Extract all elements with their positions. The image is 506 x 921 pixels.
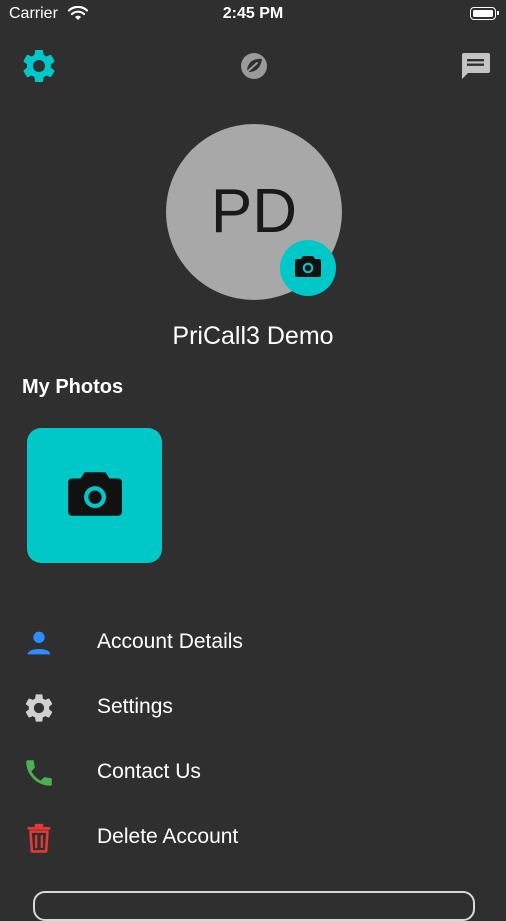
trash-icon bbox=[22, 821, 56, 855]
profile-name: PriCall3 Demo bbox=[172, 322, 334, 350]
chat-icon[interactable] bbox=[459, 51, 491, 81]
menu-item-label: Settings bbox=[97, 695, 173, 718]
menu-item-contact-us[interactable]: Contact Us bbox=[0, 744, 506, 800]
clock: 2:45 PM bbox=[222, 5, 284, 22]
camera-icon bbox=[66, 468, 124, 523]
menu-item-label: Delete Account bbox=[97, 825, 239, 848]
menu-item-label: Account Details bbox=[97, 630, 243, 653]
menu-item-delete-account[interactable]: Delete Account bbox=[0, 809, 506, 865]
leaf-badge-icon[interactable] bbox=[237, 49, 271, 83]
menu-item-account-details[interactable]: Account Details bbox=[0, 614, 506, 670]
my-photos-title: My Photos bbox=[22, 376, 124, 398]
menu-item-label: Contact Us bbox=[97, 760, 201, 783]
gear-icon bbox=[22, 691, 56, 725]
gear-icon[interactable] bbox=[19, 46, 59, 86]
battery-icon bbox=[470, 7, 499, 20]
status-bar: Carrier 2:45 PM bbox=[0, 0, 506, 30]
phone-icon bbox=[22, 756, 56, 790]
person-icon bbox=[22, 626, 56, 660]
change-avatar-button[interactable] bbox=[280, 240, 336, 296]
menu-item-settings[interactable]: Settings bbox=[0, 679, 506, 735]
add-photo-button[interactable] bbox=[27, 428, 162, 563]
bottom-button-partial[interactable] bbox=[33, 891, 475, 921]
camera-icon bbox=[294, 254, 322, 283]
